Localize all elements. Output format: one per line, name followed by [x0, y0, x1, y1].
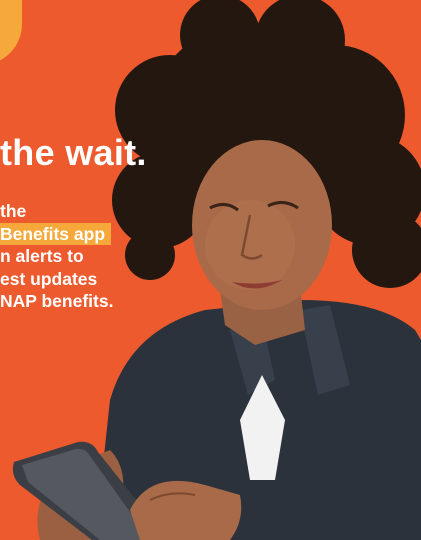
promo-banner: the wait. the Benefits app n alerts to e…	[0, 0, 421, 540]
body-line: est updates	[0, 268, 98, 289]
headline: the wait.	[0, 132, 147, 173]
highlighted-app-name: Benefits app	[0, 222, 112, 245]
body-line: Benefits app	[0, 222, 113, 246]
body-line: the	[0, 201, 27, 221]
body-line: n alerts to	[0, 246, 84, 266]
body-line: NAP benefits.	[0, 291, 114, 311]
body-text: the Benefits app n alerts to est updates…	[0, 200, 113, 313]
